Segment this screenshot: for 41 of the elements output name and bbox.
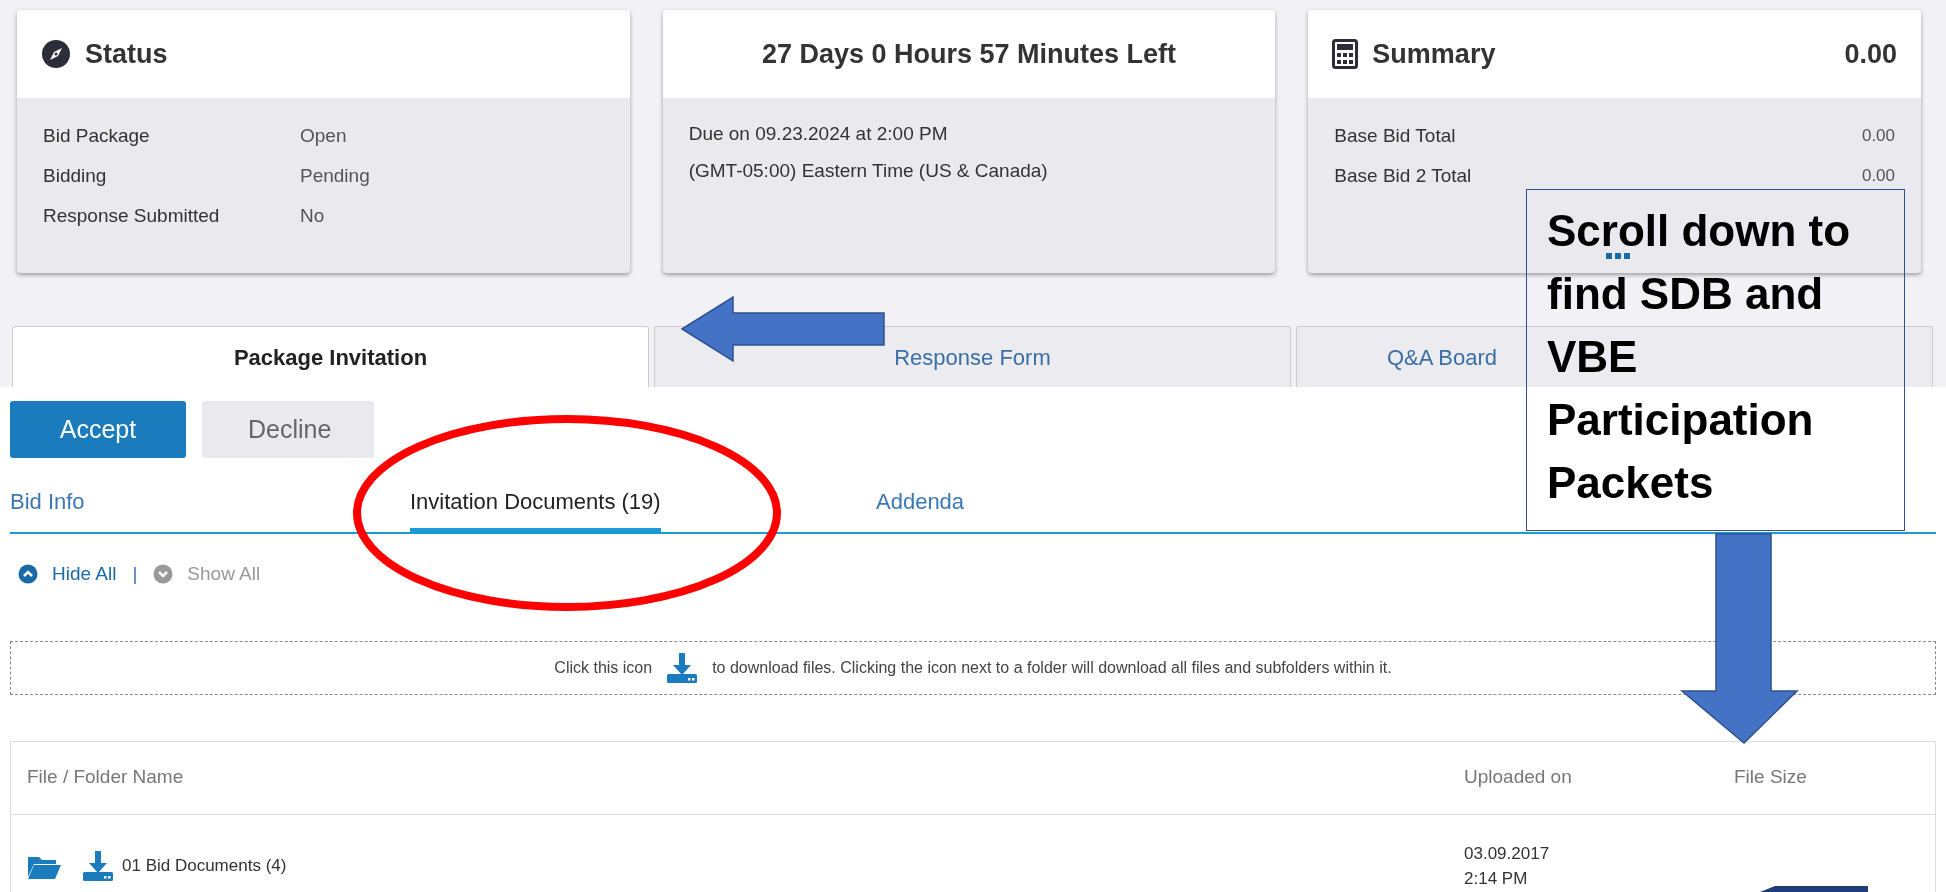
field-label: Bidding [43,163,108,188]
countdown-title: 27 Days 0 Hours 57 Minutes Left [761,37,1177,71]
hint-text: Click this icon [554,657,653,678]
download-icon [666,651,699,684]
calculator-icon [1332,39,1359,69]
column-header: File / Folder Name [27,766,184,788]
summary-total: 0.00 [1844,37,1897,71]
toggle-link[interactable]: Hide All [18,560,117,589]
field-label: Bid Package [43,123,151,148]
due-text: (GMT-05:00) Eastern Time (US & Canada) [688,159,1048,184]
more-icon[interactable] [1606,253,1630,259]
tab[interactable]: Response Form [894,340,1051,374]
tab[interactable]: Q&A Board [1387,340,1498,374]
separator-text: | [131,562,139,586]
field-value: Open [300,123,347,148]
field-label: Base Bid Total [1334,123,1457,148]
field-label: Base Bid 2 Total [1334,163,1473,188]
tab[interactable]: Addenda [876,485,965,534]
column-header: Uploaded on [1464,766,1572,788]
compass-icon [41,39,71,69]
chevron-down-icon [153,564,174,585]
field-value: No [300,203,325,228]
card-title: Status [85,37,168,71]
tab[interactable]: Bid Info [10,485,85,534]
field-value: 0.00 [1861,165,1895,188]
upload-date: 03.09.2017 2:14 PM [1464,842,1551,890]
field-value: 0.00 [1861,125,1895,148]
column-header: File Size [1734,766,1807,788]
download-icon[interactable] [82,850,114,882]
field-label: Response Submitted [43,203,221,228]
tab[interactable]: Package Invitation [233,340,428,374]
tab[interactable]: Invitation Documents (19) [410,485,661,534]
chevron-up-icon [18,564,38,585]
hint-text: to download files. Clicking the icon next to a folder will download all files and subfolders within it. [712,657,1392,678]
file-name[interactable]: 01 Bid Documents (4) [122,853,287,879]
card-title: Summary [1372,37,1496,71]
accept-button[interactable]: Accept [10,401,186,458]
field-value: Pending [300,163,370,188]
decline-button[interactable]: Decline [202,401,374,458]
callout-text: Scroll down to find SDB and VBE Participation Packets [1526,189,1905,531]
due-text: Due on 09.23.2024 at 2:00 PM [688,122,948,147]
